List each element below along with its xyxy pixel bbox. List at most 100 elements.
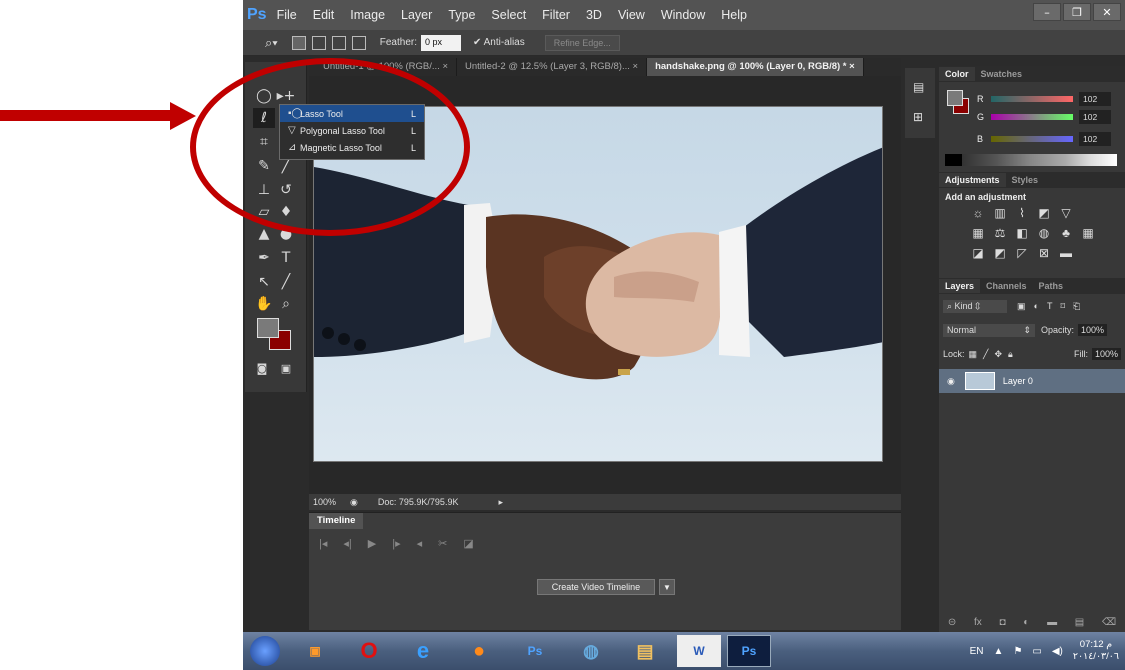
fx-icon[interactable]: fx [974,617,982,628]
black-white-icon[interactable]: ◧ [1014,226,1030,242]
color-lookup-icon[interactable]: ▦ [1080,226,1096,242]
menu-layer[interactable]: Layer [401,8,432,22]
transition-icon[interactable]: ◪ [463,537,473,550]
exposure-icon[interactable]: ◩ [1036,206,1052,222]
folder-icon[interactable]: ▬ [1047,617,1057,628]
status-info-icon[interactable]: ◉ [350,497,358,508]
eye-icon[interactable]: ◉ [947,376,955,387]
healing-tool-icon[interactable]: ✎ [253,156,275,176]
tab-adjustments[interactable]: Adjustments [939,173,1006,187]
color-ramp[interactable] [945,154,1117,166]
filter-type-icon[interactable]: T [1047,301,1053,311]
link-icon[interactable]: ⊝ [948,617,956,628]
lock-all-icon[interactable]: 🔒︎ [1008,349,1013,360]
lock-transparency-icon[interactable]: ▦ [969,349,978,360]
crop-tool-icon[interactable]: ⌗ [253,132,275,152]
invert-icon[interactable]: ◪ [970,246,986,262]
color-fg-swatch[interactable] [947,90,963,106]
brightness-icon[interactable]: ☼ [970,206,986,222]
lock-move-icon[interactable]: ✥ [994,349,1002,360]
tab-color[interactable]: Color [939,67,975,81]
properties-panel-icon[interactable]: ⊞ [913,110,923,124]
mask-icon[interactable]: ◘ [1000,617,1006,628]
screen-mode-icon[interactable]: ▣ [275,358,297,378]
internet-explorer-icon[interactable]: e [401,635,445,667]
word-icon[interactable]: W [677,635,721,667]
volume-icon[interactable]: ◀) [1052,646,1063,657]
bucket-tool-icon[interactable]: ♦ [275,202,297,222]
tab-swatches[interactable]: Swatches [975,67,1029,81]
gradient-map-icon[interactable]: ⊠ [1036,246,1052,262]
menu-filter[interactable]: Filter [542,8,570,22]
lasso-tool-icon[interactable]: ℓ [253,108,275,128]
vibrance-icon[interactable]: ▽ [1058,206,1074,222]
lock-brush-icon[interactable]: ╱ [983,349,988,360]
lasso-preset-icon[interactable]: ⌕▾ [265,35,278,51]
slider-green[interactable]: G 102 [977,110,1117,124]
trash-icon[interactable]: ⌫ [1102,617,1116,628]
photoshop-taskbar-icon[interactable]: Ps [513,635,557,667]
antialias-checkbox[interactable]: ✔ Anti-alias [473,37,525,48]
messenger-icon[interactable]: ◍ [569,635,613,667]
kind-filter-select[interactable]: ⌕ Kind ⇕ [943,299,1007,313]
feather-input[interactable]: 0 px [421,34,461,51]
tab-handshake[interactable]: handshake.png @ 100% (Layer 0, RGB/8) * … [647,58,864,76]
pen-tool-icon[interactable]: ✒ [253,248,275,268]
history-panel-icon[interactable]: ▤ [913,80,924,94]
color-balance-icon[interactable]: ⚖ [992,226,1008,242]
photo-filter-icon[interactable]: ◍ [1036,226,1052,242]
channel-mixer-icon[interactable]: ♣ [1058,226,1074,242]
restore-button[interactable]: ❐ [1063,3,1091,21]
blue-track[interactable] [991,136,1073,142]
timeline-tab[interactable]: Timeline [309,513,364,529]
foreground-color-swatch[interactable] [257,318,279,338]
refine-edge-button[interactable]: Refine Edge... [544,34,620,51]
menu-3d[interactable]: 3D [586,8,602,22]
red-track[interactable] [991,96,1073,102]
menu-window[interactable]: Window [661,8,705,22]
status-arrow-icon[interactable]: ▸ [498,497,503,508]
threshold-icon[interactable]: ◸ [1014,246,1030,262]
menu-type[interactable]: Type [448,8,475,22]
filter-pixel-icon[interactable]: ▣ [1017,301,1026,312]
menu-select[interactable]: Select [491,8,526,22]
flag-icon[interactable]: ⚑ [1013,646,1022,657]
marquee-tool-icon[interactable]: ◯ [253,86,275,106]
flyout-item-magnetic-lasso[interactable]: ⊿ Magnetic Lasso Tool L [280,139,424,156]
blend-mode-select[interactable]: Normal ⇕ [943,323,1035,337]
add-selection-icon[interactable] [311,35,326,50]
filter-smart-icon[interactable]: ⎗ [1073,301,1080,312]
hue-saturation-icon[interactable]: ▦ [970,226,986,242]
close-button[interactable]: ✕ [1093,3,1121,21]
new-layer-icon[interactable]: ▤ [1075,617,1084,628]
next-frame-icon[interactable]: |▸ [392,537,400,550]
photoshop-active-icon[interactable]: Ps [727,635,771,667]
tab-layers[interactable]: Layers [939,279,981,293]
eraser-tool-icon[interactable]: ▱ [253,202,275,222]
green-track[interactable] [991,114,1073,120]
selective-color-icon[interactable]: ▬ [1058,246,1074,262]
line-tool-icon[interactable]: ╱ [275,272,297,292]
filter-adjust-icon[interactable]: ◐ [1034,301,1039,311]
path-select-icon[interactable]: ↖ [253,272,275,292]
chevron-down-icon[interactable]: ▼ [659,579,675,595]
move-tool-icon[interactable]: ▸+ [275,86,297,106]
opacity-input[interactable]: 100% [1078,324,1108,336]
tray-up-icon[interactable]: ▲ [994,646,1004,657]
firefox-icon[interactable]: ● [457,635,501,667]
hand-tool-icon[interactable]: ✋ [253,294,275,314]
tab-untitled-1[interactable]: Untitled-1 @ 100% (RGB/... × [315,58,458,76]
zoom-level[interactable]: 100% [313,497,336,507]
create-video-timeline-button[interactable]: Create Video Timeline [537,579,655,595]
dodge-tool-icon[interactable]: ● [275,224,297,244]
flyout-item-lasso[interactable]: ▪◯ Lasso Tool L [280,105,424,122]
minimize-button[interactable]: – [1033,3,1061,21]
history-brush-icon[interactable]: ↺ [275,180,297,200]
fill-input[interactable]: 100% [1091,348,1121,360]
start-button[interactable] [245,635,285,667]
curves-icon[interactable]: ⌇ [1014,206,1030,222]
red-value[interactable]: 102 [1079,92,1111,106]
stamp-tool-icon[interactable]: ⊥ [253,180,275,200]
subtract-selection-icon[interactable] [331,35,346,50]
menu-help[interactable]: Help [721,8,747,22]
